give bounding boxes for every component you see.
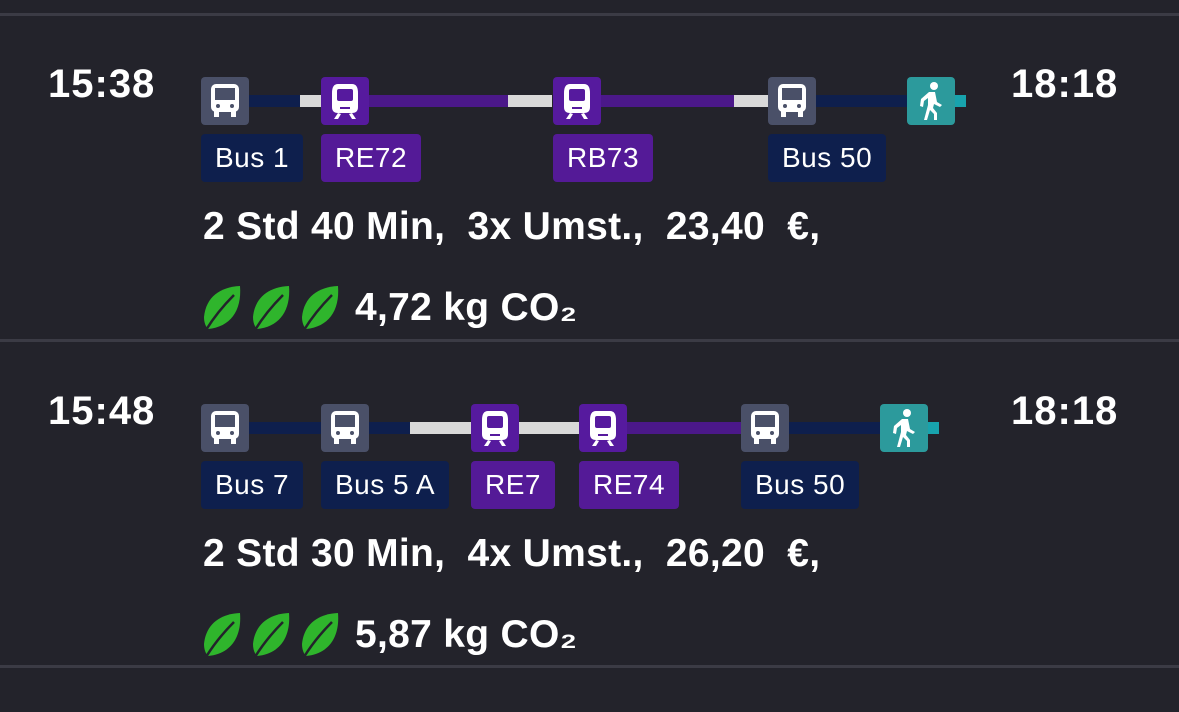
walk-segment xyxy=(927,422,939,434)
leaf-icon xyxy=(302,286,339,331)
departure-time: 15:38 xyxy=(48,62,156,106)
train-icon xyxy=(471,404,519,452)
leaf-icon xyxy=(302,613,339,658)
transfer-segment xyxy=(734,95,768,107)
bus-icon xyxy=(741,404,789,452)
co2-value: 4,72 kg CO₂ xyxy=(355,286,578,329)
co2-value: 5,87 kg CO₂ xyxy=(355,613,578,656)
leg-badge: Bus 7 xyxy=(201,461,304,509)
bus-segment xyxy=(248,95,300,107)
train-icon xyxy=(553,77,601,125)
bus-icon xyxy=(201,77,249,125)
leg-badge: Bus 50 xyxy=(741,461,860,509)
leg-badge: RE74 xyxy=(579,461,680,509)
leaf-icon xyxy=(253,286,290,331)
trip-summary: 2 Std 40 Min, 3x Umst., 23,40 €, xyxy=(203,205,821,248)
arrival-time: 18:18 xyxy=(1011,62,1119,106)
leaf-icon xyxy=(253,613,290,658)
trip-summary: 2 Std 30 Min, 4x Umst., 26,20 €, xyxy=(203,532,821,575)
walking-icon xyxy=(907,77,955,125)
transfer-segment xyxy=(410,422,472,434)
leg-badge: RE7 xyxy=(471,461,555,509)
leg-badge: Bus 50 xyxy=(768,134,887,182)
bus-segment xyxy=(814,95,908,107)
walking-icon xyxy=(880,404,928,452)
bus-icon xyxy=(768,77,816,125)
train-icon xyxy=(579,404,627,452)
train-icon xyxy=(321,77,369,125)
connection-item[interactable]: 15:48 18:18 Bus 7 Bus 5 A RE7 RE74 Bus 5… xyxy=(0,343,1179,666)
arrival-time: 18:18 xyxy=(1011,389,1119,433)
leaf-icon xyxy=(204,286,241,331)
leaf-icon xyxy=(204,613,241,658)
row-divider xyxy=(0,665,1179,668)
bus-segment xyxy=(368,422,410,434)
transfer-segment xyxy=(508,95,552,107)
co2-info: 5,87 kg CO₂ xyxy=(200,607,577,663)
bus-segment xyxy=(788,422,882,434)
bus-icon xyxy=(321,404,369,452)
leg-badge: RE72 xyxy=(321,134,422,182)
row-divider xyxy=(0,339,1179,342)
rail-segment xyxy=(600,95,734,107)
walk-segment xyxy=(954,95,966,107)
bus-segment xyxy=(248,422,322,434)
leg-badge: Bus 1 xyxy=(201,134,304,182)
bus-icon xyxy=(201,404,249,452)
connection-item[interactable]: 15:38 18:18 Bus 1 RE72 RB73 Bus 50 2 Std… xyxy=(0,16,1179,339)
co2-info: 4,72 kg CO₂ xyxy=(200,280,577,336)
rail-segment xyxy=(626,422,742,434)
departure-time: 15:48 xyxy=(48,389,156,433)
transfer-segment xyxy=(300,95,322,107)
leg-badge: Bus 5 A xyxy=(321,461,450,509)
rail-segment xyxy=(368,95,508,107)
transfer-segment xyxy=(518,422,580,434)
leg-badge: RB73 xyxy=(553,134,654,182)
